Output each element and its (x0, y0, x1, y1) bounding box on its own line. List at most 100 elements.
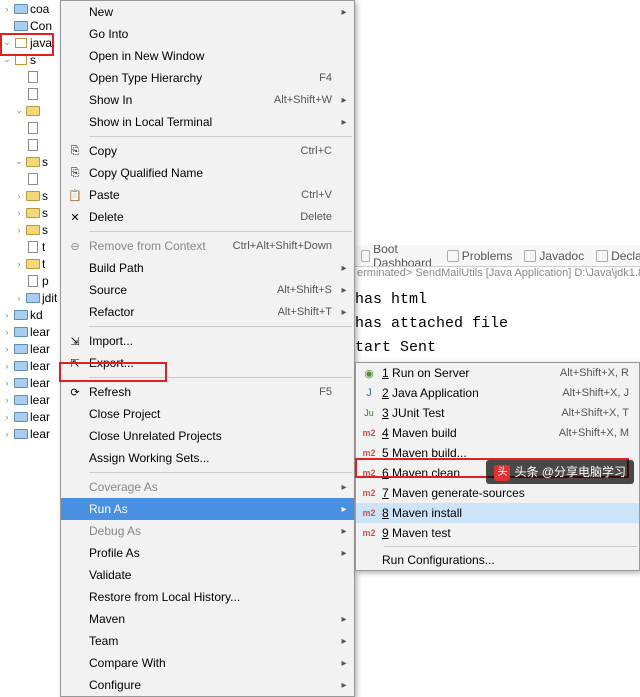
menu-item-accelerator: Ctrl+Alt+Shift+Down (233, 240, 338, 252)
tree-twistie-icon[interactable]: ⌄ (14, 105, 24, 116)
tree-twistie-icon[interactable]: ⌄ (2, 37, 12, 48)
view-tab[interactable]: Problems (441, 249, 519, 263)
tree-twistie-icon[interactable]: › (2, 395, 12, 405)
folder-blue-icon (13, 376, 29, 390)
menu-item-source[interactable]: SourceAlt+Shift+S▸ (61, 279, 354, 301)
tree-twistie-icon[interactable]: › (2, 378, 12, 388)
tree-item[interactable]: ⌄s (0, 153, 60, 170)
menu-item-paste[interactable]: 📋PasteCtrl+V (61, 184, 354, 206)
submenu-item-maven-build[interactable]: m24 Maven buildAlt+Shift+X, M (356, 423, 639, 443)
menu-item-label: Show in Local Terminal (89, 115, 332, 129)
tree-twistie-icon[interactable]: › (14, 259, 24, 269)
delete-icon: ✕ (61, 209, 89, 225)
tree-twistie-icon[interactable]: › (14, 191, 24, 201)
submenu-item-maven-install[interactable]: m28 Maven install (356, 503, 639, 523)
tree-item[interactable] (0, 85, 60, 102)
menu-item-build-path[interactable]: Build Path▸ (61, 257, 354, 279)
menu-item-new[interactable]: New▸ (61, 1, 354, 23)
tree-item[interactable] (0, 119, 60, 136)
menu-item-run-as[interactable]: Run As▸ (61, 498, 354, 520)
menu-item-show-in[interactable]: Show InAlt+Shift+W▸ (61, 89, 354, 111)
menu-item-configure[interactable]: Configure▸ (61, 674, 354, 696)
menu-item-refresh[interactable]: ⟳RefreshF5 (61, 381, 354, 403)
menu-item-maven[interactable]: Maven▸ (61, 608, 354, 630)
menu-item-delete[interactable]: ✕DeleteDelete (61, 206, 354, 228)
tree-twistie-icon[interactable]: › (2, 412, 12, 422)
menu-item-compare-with[interactable]: Compare With▸ (61, 652, 354, 674)
menu-item-open-in-new-window[interactable]: Open in New Window (61, 45, 354, 67)
tree-twistie-icon[interactable]: › (2, 344, 12, 354)
tree-twistie-icon[interactable]: › (14, 208, 24, 218)
tree-item[interactable]: t (0, 238, 60, 255)
file-icon (25, 70, 41, 84)
tree-item[interactable]: ›coa (0, 0, 60, 17)
tree-item[interactable]: ›s (0, 204, 60, 221)
project-explorer[interactable]: ›coaCon⌄java⌄s⌄⌄s›s›s›st›tp›jdit›kd›lear… (0, 0, 60, 508)
menu-item-label: Debug As (89, 524, 332, 538)
menu-item-export[interactable]: ⇱Export... (61, 352, 354, 374)
submenu-item-junit-test[interactable]: Ju3 JUnit TestAlt+Shift+X, T (356, 403, 639, 423)
submenu-arrow-icon: ▸ (338, 263, 350, 274)
tree-item[interactable]: ›lear (0, 408, 60, 425)
tree-item[interactable]: ›s (0, 187, 60, 204)
menu-item-refactor[interactable]: RefactorAlt+Shift+T▸ (61, 301, 354, 323)
menu-item-team[interactable]: Team▸ (61, 630, 354, 652)
tree-twistie-icon[interactable]: ⌄ (2, 54, 12, 65)
folder-blue-icon (13, 342, 29, 356)
tree-twistie-icon[interactable]: › (14, 225, 24, 235)
menu-item-profile-as[interactable]: Profile As▸ (61, 542, 354, 564)
tree-item[interactable]: Con (0, 17, 60, 34)
junit-icon: Ju (356, 405, 382, 421)
tree-twistie-icon[interactable]: › (2, 361, 12, 371)
view-tab[interactable]: Boot Dashboard (355, 245, 441, 267)
tree-twistie-icon[interactable]: › (2, 310, 12, 320)
menu-item-import[interactable]: ⇲Import... (61, 330, 354, 352)
tree-item[interactable]: ›lear (0, 323, 60, 340)
tree-twistie-icon[interactable]: › (2, 4, 12, 14)
menu-item-assign-working-sets[interactable]: Assign Working Sets... (61, 447, 354, 469)
submenu-item-label: 3 JUnit Test (382, 406, 561, 420)
menu-separator (89, 326, 352, 327)
menu-item-validate[interactable]: Validate (61, 564, 354, 586)
tree-item[interactable]: ⌄s (0, 51, 60, 68)
tree-item[interactable] (0, 68, 60, 85)
tree-twistie-icon[interactable]: › (2, 327, 12, 337)
menu-item-show-in-local-terminal[interactable]: Show in Local Terminal▸ (61, 111, 354, 133)
tree-item[interactable] (0, 170, 60, 187)
tree-item[interactable]: ⌄ (0, 102, 60, 119)
view-tab[interactable]: Declaration (590, 249, 640, 263)
menu-item-remove-from-context: ⊖Remove from ContextCtrl+Alt+Shift+Down (61, 235, 354, 257)
tree-item[interactable]: ⌄java (0, 34, 60, 51)
tree-item[interactable]: ›t (0, 255, 60, 272)
menu-item-copy-qualified-name[interactable]: ⎘Copy Qualified Name (61, 162, 354, 184)
submenu-item-run-configurations[interactable]: Run Configurations... (356, 550, 639, 570)
submenu-item-java-application[interactable]: J2 Java ApplicationAlt+Shift+X, J (356, 383, 639, 403)
tree-item[interactable] (0, 136, 60, 153)
tree-item[interactable]: ›lear (0, 340, 60, 357)
tree-item-label: lear (30, 376, 50, 390)
menu-item-accelerator: Ctrl+C (301, 145, 338, 157)
menu-item-go-into[interactable]: Go Into (61, 23, 354, 45)
tree-twistie-icon[interactable]: › (2, 429, 12, 439)
tree-item[interactable]: ›lear (0, 391, 60, 408)
menu-item-close-unrelated-projects[interactable]: Close Unrelated Projects (61, 425, 354, 447)
view-tab[interactable]: Javadoc (518, 249, 590, 263)
tree-item[interactable]: ›s (0, 221, 60, 238)
submenu-item-maven-generate-sources[interactable]: m27 Maven generate-sources (356, 483, 639, 503)
tree-item[interactable]: › lear (0, 374, 60, 391)
menu-item-close-project[interactable]: Close Project (61, 403, 354, 425)
menu-item-copy[interactable]: ⎘CopyCtrl+C (61, 140, 354, 162)
submenu-item-maven-test[interactable]: m29 Maven test (356, 523, 639, 543)
tree-item[interactable]: ›lear (0, 357, 60, 374)
tree-item[interactable]: ›lear (0, 425, 60, 442)
tree-item[interactable]: ›jdit (0, 289, 60, 306)
tree-item[interactable]: ›kd (0, 306, 60, 323)
tree-twistie-icon[interactable]: › (14, 293, 24, 303)
submenu-item-run-on-server[interactable]: ◉1 Run on ServerAlt+Shift+X, R (356, 363, 639, 383)
refresh-icon: ⟳ (61, 384, 89, 400)
tree-twistie-icon[interactable]: ⌄ (14, 156, 24, 167)
menu-item-open-type-hierarchy[interactable]: Open Type HierarchyF4 (61, 67, 354, 89)
menu-item-restore-from-local-history[interactable]: Restore from Local History... (61, 586, 354, 608)
tree-item[interactable]: p (0, 272, 60, 289)
context-menu[interactable]: New▸Go IntoOpen in New WindowOpen Type H… (60, 0, 355, 697)
